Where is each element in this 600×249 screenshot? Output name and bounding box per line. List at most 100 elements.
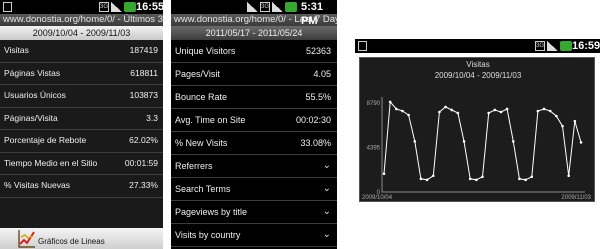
metric-value: 00:02:30 xyxy=(295,115,331,125)
chevron-down-icon: ⌄ xyxy=(322,206,331,217)
metric-label: Unique Visitors xyxy=(175,46,236,56)
data-point xyxy=(401,109,404,113)
analytics-7-days-screen: 3G 5:31 PM www.donostia.org/home/0/ - La… xyxy=(171,0,337,249)
battery-icon xyxy=(560,41,572,51)
visits-line-chart: Visitas 2009/10/04 - 2009/11/03 8790 4395… xyxy=(359,57,595,202)
chevron-down-icon: ⌄ xyxy=(322,229,331,240)
data-point xyxy=(431,174,435,178)
signal-icon xyxy=(247,2,258,12)
data-point xyxy=(413,140,417,143)
x-tick-label: 2009/10/04 xyxy=(362,195,393,201)
y-tick-label: 8790 xyxy=(367,101,381,107)
metric-label: Tiempo Medio en el Sitio xyxy=(4,157,98,168)
nav-item-label: Pageviews by title xyxy=(175,207,248,217)
metric-label: % Visitas Nuevas xyxy=(4,180,70,190)
data-point xyxy=(561,124,564,128)
nav-item-label: Referrers xyxy=(175,161,213,171)
metric-value: 33.08% xyxy=(300,138,331,148)
metric-label: Visitas xyxy=(4,45,29,55)
metric-row: Visitas 187419 xyxy=(0,40,163,63)
y-tick-label: 4395 xyxy=(367,146,381,152)
data-point xyxy=(444,105,447,109)
battery-icon xyxy=(124,2,136,12)
signal-bars-icon xyxy=(272,2,283,12)
chart-plot: 8790439502009/10/04 2009/11/03 xyxy=(362,97,592,201)
data-point xyxy=(419,177,423,181)
nav-item[interactable]: Visits by country ⌄ xyxy=(171,224,337,247)
data-point xyxy=(499,110,503,114)
metric-value: 00:01:59 xyxy=(124,157,158,168)
metric-row: Unique Visitors 52363 xyxy=(171,40,337,63)
metric-row: Bounce Rate 55.5% xyxy=(171,86,337,109)
data-point xyxy=(468,177,472,181)
data-point xyxy=(530,175,534,179)
metric-row: Páginas/Visita 3.3 xyxy=(0,108,163,130)
data-point xyxy=(518,177,521,181)
metric-row: % Visitas Nuevas 27.33% xyxy=(0,175,163,198)
date-range: 2011/05/17 - 2011/05/24 xyxy=(171,26,337,40)
data-point xyxy=(542,107,546,111)
line-charts-button[interactable]: Gráficos de Lineas xyxy=(0,228,163,249)
metric-value: 618811 xyxy=(130,67,158,78)
chevron-down-icon: ⌄ xyxy=(322,183,331,194)
metric-value: 187419 xyxy=(129,45,158,55)
data-point xyxy=(450,108,454,112)
notification-icon xyxy=(358,41,367,51)
nav-item-label: Search Terms xyxy=(175,184,231,194)
chart-axes xyxy=(381,97,585,193)
data-point xyxy=(524,178,527,182)
window-title: www.donostia.org/home/0/ - Últimos 30 Dí… xyxy=(0,14,163,26)
status-bar: 3G 16:55 xyxy=(0,0,163,14)
data-point xyxy=(567,174,570,178)
metric-row: Páginas Vistas 618811 xyxy=(0,63,163,85)
status-icons: 3G xyxy=(247,2,297,12)
network-icon: 3G xyxy=(99,2,109,12)
nav-item[interactable]: Pageviews by title ⌄ xyxy=(171,201,337,224)
visits-chart-screen: 3G 16:59 Visitas 2009/10/04 - 2009/11/03… xyxy=(355,39,600,204)
chevron-down-icon: ⌄ xyxy=(322,160,331,171)
battery-icon xyxy=(285,2,297,12)
metric-row: Usuarios Únicos 103873 xyxy=(0,85,163,108)
data-point xyxy=(388,100,392,104)
metric-row: Avg. Time on Site 00:02:30 xyxy=(171,109,337,132)
metric-row: Porcentaje de Rebote 62.02% xyxy=(0,130,163,153)
status-icons: 3G xyxy=(99,2,136,12)
metric-row: % New Visits 33.08% xyxy=(171,132,337,155)
signal-icon xyxy=(111,2,122,12)
data-point xyxy=(505,107,509,111)
data-point xyxy=(548,109,552,113)
data-point xyxy=(536,109,540,113)
metric-value: 62.02% xyxy=(129,135,158,145)
metric-label: Páginas/Visita xyxy=(4,112,58,123)
data-point xyxy=(511,140,515,143)
status-bar: 3G 16:59 xyxy=(355,39,600,53)
metric-value: 4.05 xyxy=(313,69,331,79)
network-icon: 3G xyxy=(260,2,270,12)
notification-icon xyxy=(3,2,12,12)
data-point xyxy=(493,108,497,112)
report-nav-list: Referrers ⌄ Search Terms ⌄ Pageviews by titl… xyxy=(171,155,337,247)
metric-value: 103873 xyxy=(129,90,158,100)
metric-label: Usuarios Únicos xyxy=(4,90,66,100)
visits-series-line xyxy=(383,100,582,181)
metric-label: Bounce Rate xyxy=(175,92,228,102)
signal-icon xyxy=(547,41,558,51)
data-point xyxy=(425,178,429,182)
metric-label: % New Visits xyxy=(175,138,228,148)
metric-label: Pages/Visit xyxy=(175,69,220,79)
status-icons: 3G xyxy=(535,41,572,51)
metric-value: 55.5% xyxy=(305,92,331,102)
data-point xyxy=(573,119,577,123)
data-point xyxy=(579,141,583,144)
data-point xyxy=(382,172,386,176)
metric-value: 27.33% xyxy=(129,180,158,190)
nav-item[interactable]: Search Terms ⌄ xyxy=(171,178,337,201)
data-point xyxy=(555,114,558,118)
metric-label: Páginas Vistas xyxy=(4,67,61,78)
status-time: 16:59 xyxy=(572,40,600,52)
metric-row: Tiempo Medio en el Sitio 00:01:59 xyxy=(0,153,163,175)
data-point xyxy=(407,113,410,117)
metrics-list: Visitas 187419 Páginas Vistas 618811 Usuario… xyxy=(0,40,163,198)
nav-item[interactable]: Referrers ⌄ xyxy=(171,155,337,178)
line-chart-icon xyxy=(18,230,35,248)
